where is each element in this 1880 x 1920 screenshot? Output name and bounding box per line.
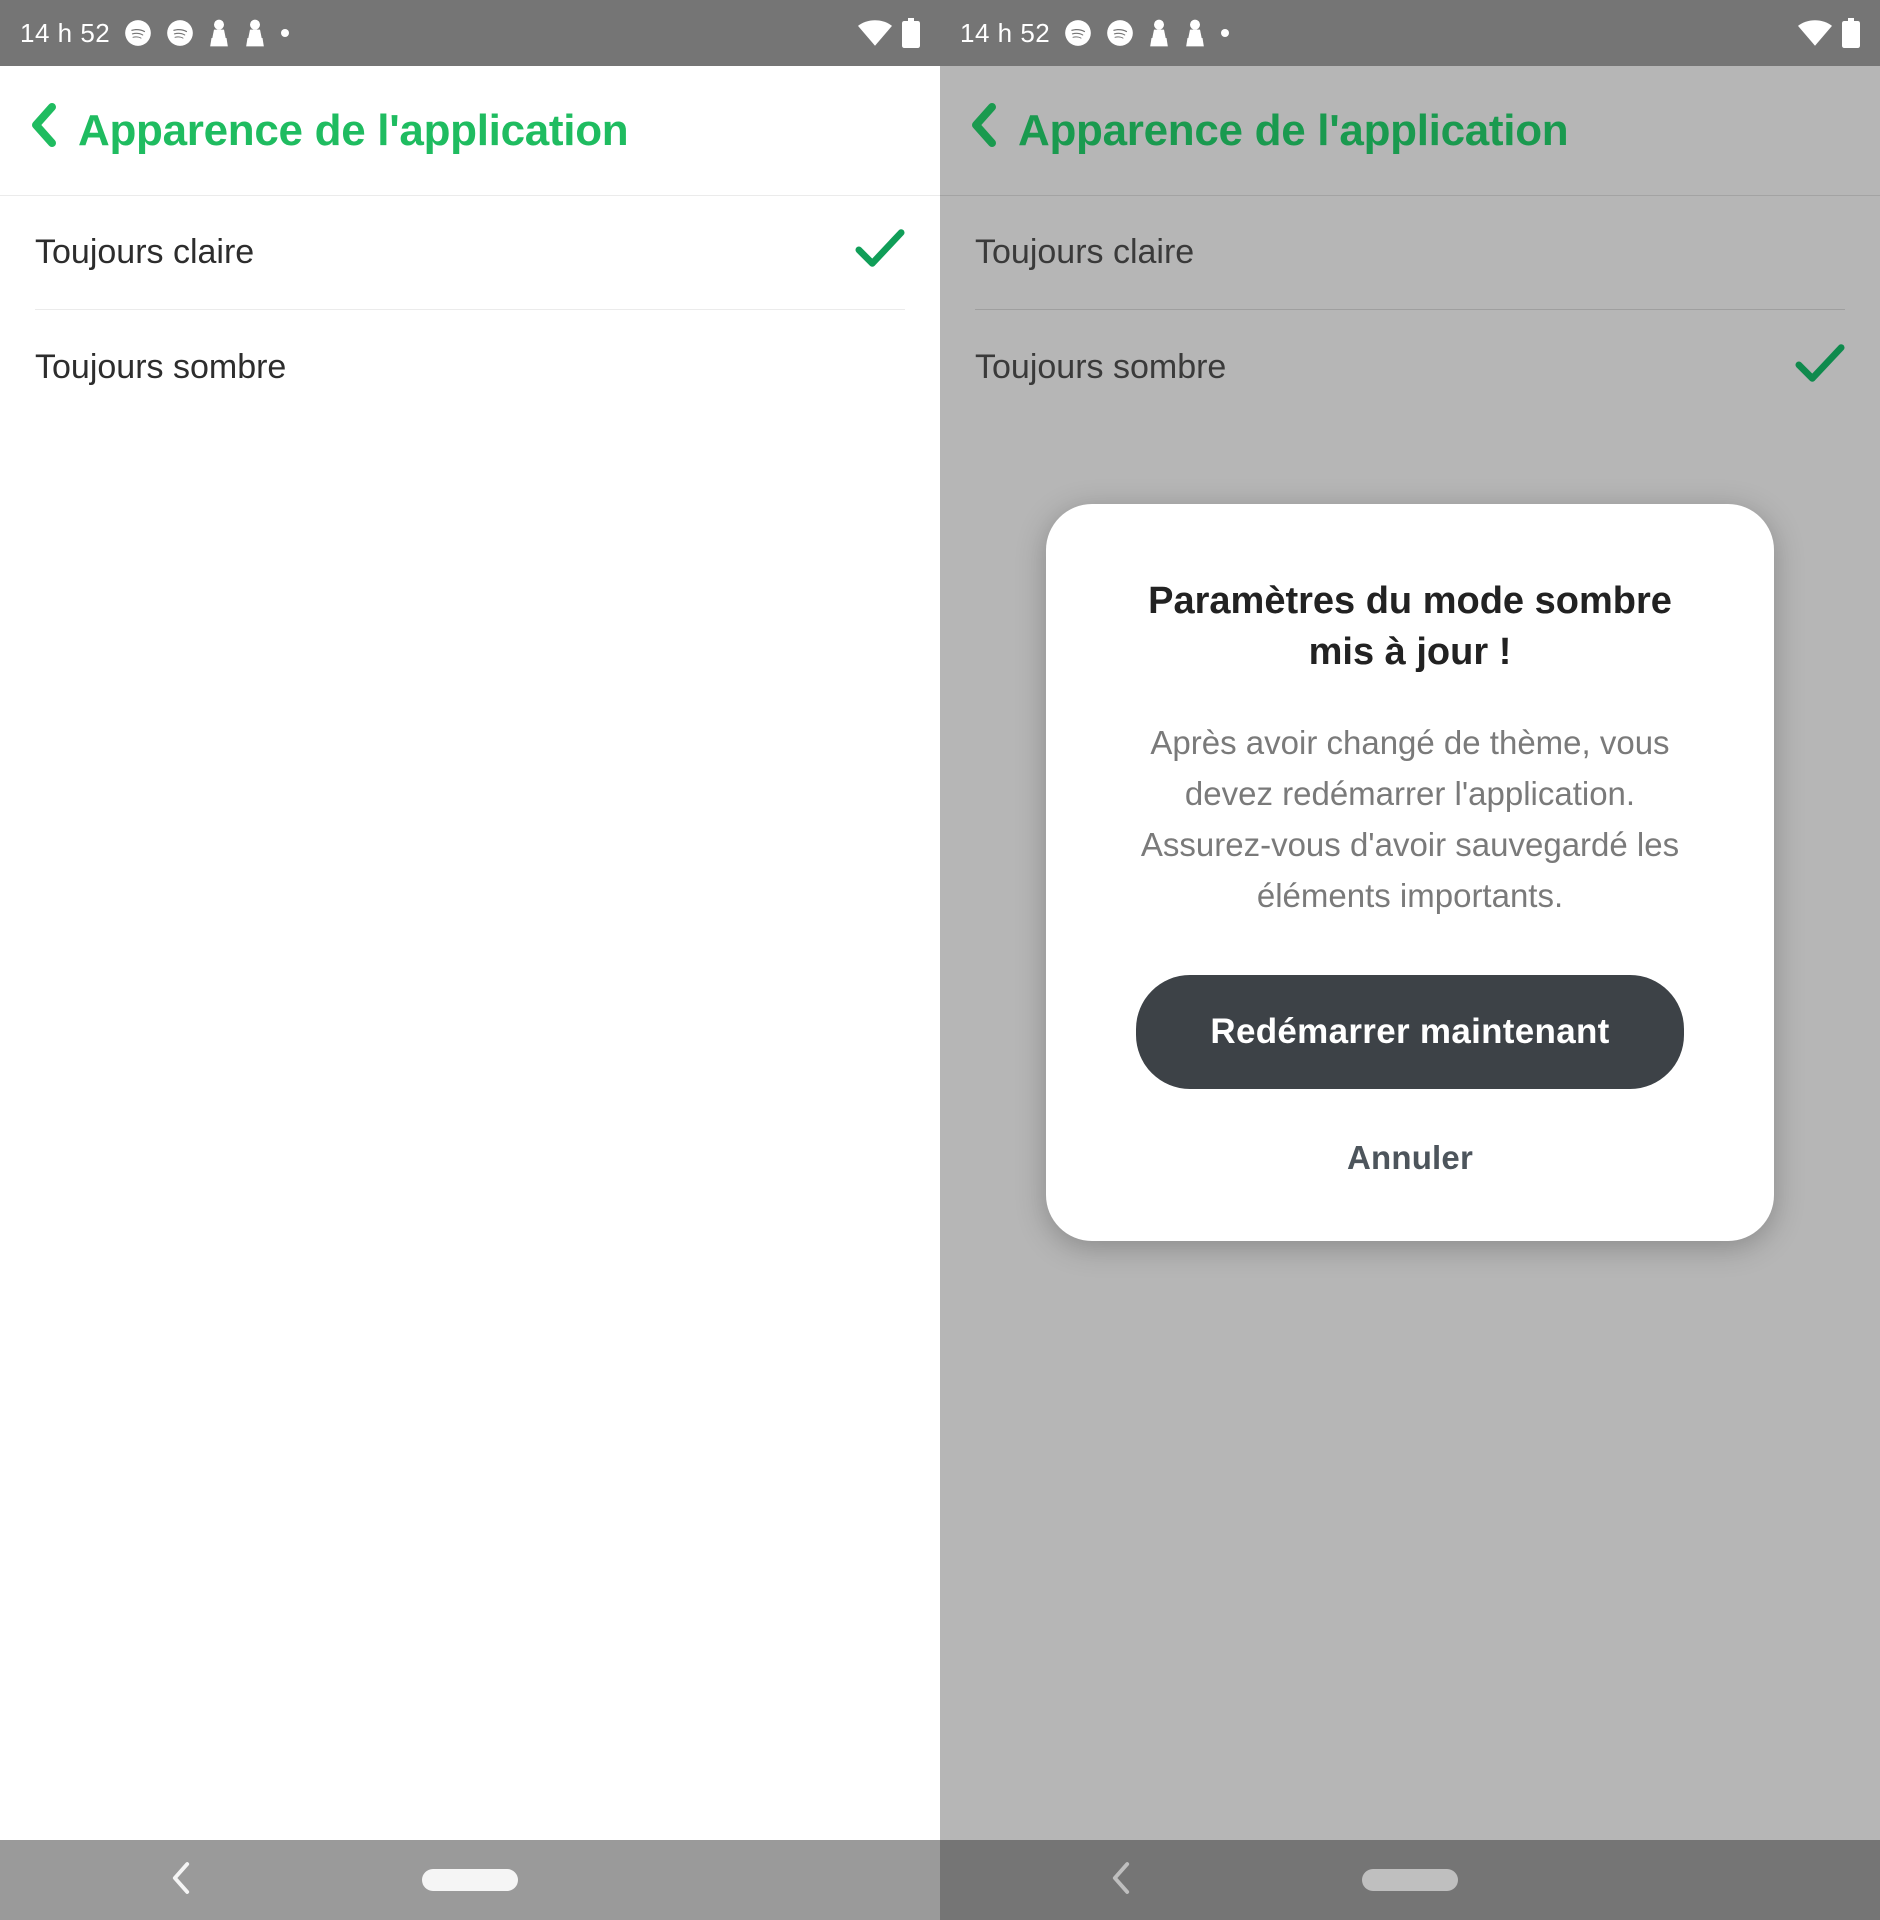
status-time: 14 h 52 [960, 18, 1050, 49]
cancel-button[interactable]: Annuler [1327, 1129, 1493, 1187]
options-list: Toujours claire Toujours sombre [940, 196, 1880, 424]
page-title: Apparence de l'application [1018, 106, 1568, 156]
screen-right: 14 h 52 Apparence de l'application Toujo… [940, 0, 1880, 1920]
option-light[interactable]: Toujours claire [975, 196, 1845, 310]
option-light[interactable]: Toujours claire [35, 196, 905, 310]
option-label: Toujours claire [975, 233, 1194, 272]
status-bar: 14 h 52 [0, 0, 940, 66]
dot-icon [1220, 28, 1230, 38]
chevron-left-icon [30, 103, 58, 158]
nav-home-button[interactable] [422, 1869, 518, 1891]
android-nav-bar [0, 1840, 940, 1920]
status-bar-right [858, 18, 920, 48]
check-icon [1795, 343, 1845, 392]
dot-icon [280, 28, 290, 38]
option-dark[interactable]: Toujours sombre [35, 310, 905, 424]
status-bar-right [1798, 18, 1860, 48]
nav-home-button[interactable] [1362, 1869, 1458, 1891]
check-icon [855, 228, 905, 277]
pawn-icon [244, 18, 266, 48]
battery-icon [902, 18, 920, 48]
app-header: Apparence de l'application [940, 66, 1880, 196]
status-bar-left: 14 h 52 [960, 18, 1230, 49]
pawn-icon [1148, 18, 1170, 48]
dialog-body: Après avoir changé de thème, vous devez … [1106, 717, 1714, 922]
restart-now-button[interactable]: Redémarrer maintenant [1136, 975, 1683, 1089]
pawn-icon [208, 18, 230, 48]
nav-back-button[interactable] [170, 1861, 192, 1900]
pawn-icon [1184, 18, 1206, 48]
spotify-icon [1064, 19, 1092, 47]
status-bar: 14 h 52 [940, 0, 1880, 66]
nav-back-button[interactable] [1110, 1861, 1132, 1900]
spotify-icon [124, 19, 152, 47]
option-label: Toujours sombre [975, 348, 1226, 387]
wifi-icon [1798, 20, 1832, 46]
status-time: 14 h 52 [20, 18, 110, 49]
battery-icon [1842, 18, 1860, 48]
option-dark[interactable]: Toujours sombre [975, 310, 1845, 424]
option-label: Toujours claire [35, 233, 254, 272]
dialog-title: Paramètres du mode sombre mis à jour ! [1106, 576, 1714, 679]
screen-left: 14 h 52 Apparence de l'application Toujo… [0, 0, 940, 1920]
spotify-icon [1106, 19, 1134, 47]
page-title: Apparence de l'application [78, 106, 628, 156]
options-list: Toujours claire Toujours sombre [0, 196, 940, 424]
chevron-left-icon [970, 103, 998, 158]
option-label: Toujours sombre [35, 348, 286, 387]
android-nav-bar [940, 1840, 1880, 1920]
app-header: Apparence de l'application [0, 66, 940, 196]
wifi-icon [858, 20, 892, 46]
spotify-icon [166, 19, 194, 47]
back-button[interactable]: Apparence de l'application [30, 103, 628, 158]
back-button[interactable]: Apparence de l'application [970, 103, 1568, 158]
restart-dialog: Paramètres du mode sombre mis à jour ! A… [1046, 504, 1774, 1241]
status-bar-left: 14 h 52 [20, 18, 290, 49]
